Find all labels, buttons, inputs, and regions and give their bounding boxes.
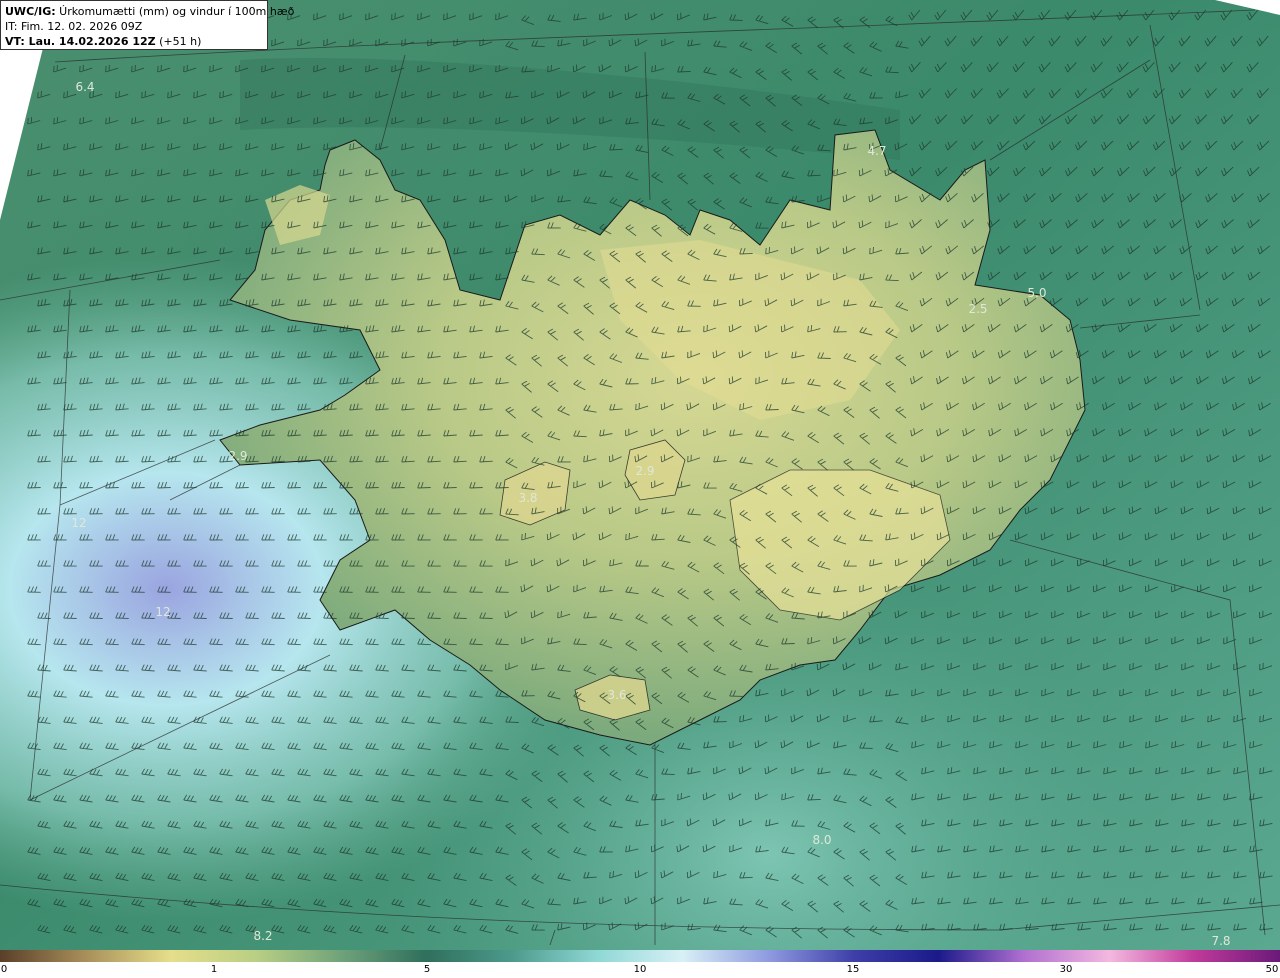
colorbar-tick-15: 15 [846,964,860,975]
colorbar-tick-10: 10 [633,964,647,975]
colorbar-tick-0: 0 [0,964,8,975]
colorbar-gradient [0,950,1280,962]
map-value-label-6: 3.8 [518,491,537,505]
map-value-label-13: 7.8 [1211,934,1230,948]
map-value-label-2: 4.7 [867,144,886,158]
lead-time: (+51 h) [155,35,202,48]
colorbar: 0 1 5 10 15 30 50 [0,950,1280,978]
colorbar-tick-50: 50 [1265,964,1279,975]
map-value-label-11: 8.0 [812,833,831,847]
product-title: Úrkomumætti (mm) og vindur í 100m hæð [55,5,295,18]
init-time: IT: Fim. 12. 02. 2026 09Z [5,20,143,33]
weather-map: 6.4 4.7 5.0 2.5 2.9 3.8 2.9 3.6 12 12 8.0 8.2 7.8 [0,0,1280,950]
map-value-label-9: 12 [71,516,86,530]
map-value-label-4: 2.5 [968,302,987,316]
map-value-label-5: 2.9 [228,449,247,463]
model-code: UWC/IG: [5,5,56,18]
map-value-label-10: 12 [155,605,170,619]
colorbar-tick-30: 30 [1059,964,1073,975]
map-header: UWC/IG: Úrkomumætti (mm) og vindur í 100… [0,0,294,50]
map-value-label-7: 2.9 [635,464,654,478]
valid-time: VT: Lau. 14.02.2026 12Z [5,35,156,48]
map-value-label-3: 5.0 [1027,286,1046,300]
header-line-1: UWC/IG: Úrkomumætti (mm) og vindur í 100… [5,4,294,19]
colorbar-tick-5: 5 [423,964,431,975]
map-value-label-8: 3.6 [607,688,626,702]
header-line-3: VT: Lau. 14.02.2026 12Z (+51 h) [5,34,263,49]
map-value-label-12: 8.2 [253,929,272,943]
colorbar-tick-1: 1 [210,964,218,975]
map-value-label-1: 6.4 [75,80,94,94]
